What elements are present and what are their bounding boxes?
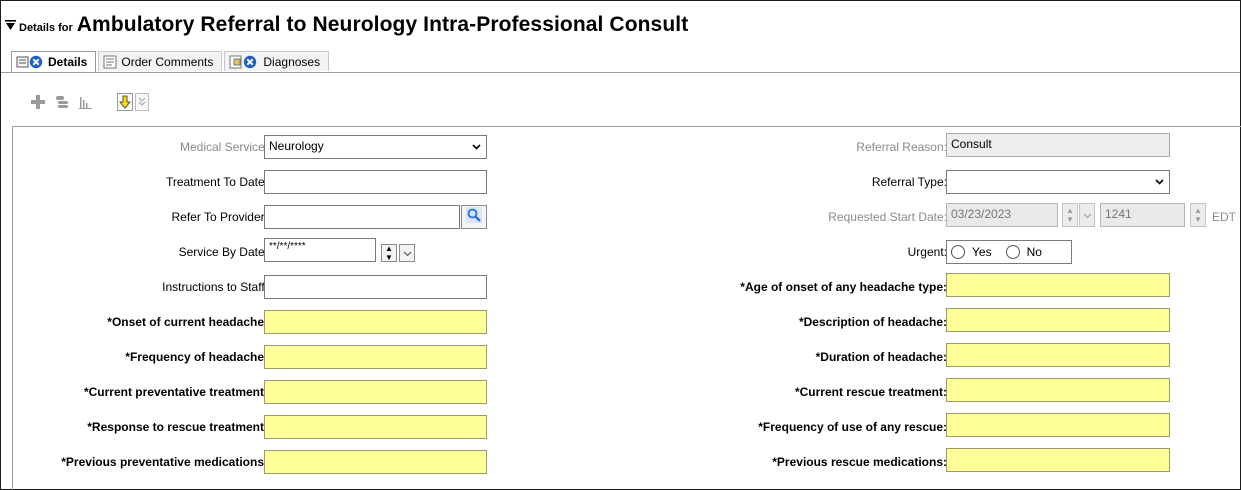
chart-bars-icon[interactable] — [79, 95, 93, 109]
urgent-no-radio[interactable] — [1005, 245, 1020, 259]
spin-down-icon: ▼ — [1066, 215, 1074, 224]
age-onset-input[interactable] — [946, 273, 1170, 297]
urgent-radio-group: Yes No — [946, 240, 1072, 264]
start-date-picker-button — [1079, 203, 1095, 227]
description-headache-input[interactable] — [946, 308, 1170, 332]
chevron-down-icon[interactable] — [1149, 171, 1169, 193]
duration-headache-label: *Duration of headache: — [815, 350, 947, 364]
provider-search-button[interactable] — [461, 205, 487, 229]
date-spinner[interactable]: ▲ ▼ — [381, 244, 397, 262]
instructions-to-staff-input[interactable] — [264, 275, 487, 299]
requested-start-date-input: 03/23/2023 — [946, 203, 1058, 227]
service-by-date-label: Service By Date: — [178, 245, 268, 259]
previous-preventative-label: *Previous preventative medications: — [61, 455, 268, 469]
referral-reason-field: Consult — [946, 133, 1170, 157]
service-by-date-input[interactable]: **/**/**** — [264, 238, 376, 262]
current-preventative-label: *Current preventative treatment: — [83, 385, 268, 399]
referral-reason-label: Referral Reason: — [856, 140, 947, 154]
tab-details-label: Details — [48, 55, 88, 69]
spin-up-icon[interactable]: ▲ — [385, 244, 393, 253]
add-icon[interactable] — [31, 95, 45, 109]
onset-current-headache-label: *Onset of current headache: — [107, 315, 268, 329]
frequency-rescue-label: *Frequency of use of any rescue: — [758, 420, 947, 434]
current-rescue-input[interactable] — [946, 378, 1170, 402]
toolbar — [31, 90, 159, 114]
referral-details-form: Medical Service: Neurology Treatment To … — [12, 126, 1241, 490]
urgent-no-label: No — [1026, 245, 1042, 259]
chevron-down-icon — [1083, 206, 1092, 224]
referral-type-dropdown[interactable] — [946, 170, 1170, 194]
search-icon — [466, 206, 482, 228]
tab-strip: Details Order Comments Diagnoses — [11, 51, 331, 72]
current-preventative-input[interactable] — [264, 380, 487, 404]
medical-service-label: Medical Service: — [179, 140, 268, 154]
spin-up-icon: ▲ — [1194, 206, 1202, 215]
duration-headache-input[interactable] — [946, 343, 1170, 367]
description-headache-label: *Description of headache: — [798, 315, 947, 329]
medical-service-dropdown[interactable]: Neurology — [264, 135, 487, 159]
collapse-triangle-icon[interactable] — [5, 18, 16, 30]
tab-diagnoses-label: Diagnoses — [263, 54, 321, 69]
treatment-to-date-label: Treatment To Date: — [165, 175, 268, 189]
refer-to-provider-input[interactable] — [264, 205, 460, 229]
frequency-headache-input[interactable] — [264, 345, 487, 369]
page-title: Details for Ambulatory Referral to Neuro… — [5, 13, 688, 37]
medical-service-value: Neurology — [269, 139, 324, 153]
title-prefix: Details for — [19, 22, 73, 34]
age-onset-label: *Age of onset of any headache type: — [740, 280, 947, 294]
double-chevron-down-icon[interactable] — [135, 93, 149, 111]
urgent-yes-radio[interactable] — [951, 245, 965, 259]
previous-rescue-input[interactable] — [946, 448, 1170, 472]
instructions-to-staff-label: Instructions to Staff: — [162, 280, 268, 294]
spin-down-icon[interactable]: ▼ — [385, 253, 393, 262]
start-date-spinner: ▲ ▼ — [1062, 203, 1078, 227]
start-time-spinner: ▲ ▼ — [1190, 203, 1206, 227]
tab-order-comments-label: Order Comments — [121, 54, 214, 69]
urgent-yes-label: Yes — [972, 245, 992, 259]
urgent-label: Urgent: — [907, 245, 947, 259]
order-title: Ambulatory Referral to Neurology Intra-P… — [76, 13, 689, 36]
stack-icon[interactable] — [55, 95, 69, 109]
spin-up-icon: ▲ — [1066, 206, 1074, 215]
arrow-down-icon[interactable] — [117, 93, 133, 111]
details-icon — [16, 55, 44, 69]
chevron-down-icon[interactable] — [466, 136, 486, 158]
previous-rescue-label: *Previous rescue medications: — [772, 455, 947, 469]
tab-details[interactable]: Details — [11, 51, 97, 72]
frequency-rescue-input[interactable] — [946, 413, 1170, 437]
date-picker-button[interactable] — [399, 244, 415, 262]
requested-start-time-input: 1241 — [1100, 203, 1185, 227]
timezone-label: EDT — [1212, 210, 1236, 224]
tab-divider — [1, 72, 1240, 73]
onset-current-headache-input[interactable] — [264, 310, 487, 334]
current-rescue-label: *Current rescue treatment: — [794, 385, 947, 399]
response-rescue-label: *Response to rescue treatment: — [87, 420, 268, 434]
details-window: Details for Ambulatory Referral to Neuro… — [0, 0, 1241, 490]
chevron-down-icon — [403, 244, 412, 262]
refer-to-provider-label: Refer To Provider: — [171, 210, 269, 224]
treatment-to-date-input[interactable] — [264, 170, 487, 194]
previous-preventative-input[interactable] — [264, 450, 487, 474]
referral-type-label: Referral Type: — [871, 175, 947, 189]
spin-down-icon: ▼ — [1194, 215, 1202, 224]
comments-icon — [103, 55, 117, 69]
tab-order-comments[interactable]: Order Comments — [98, 51, 223, 71]
tab-diagnoses[interactable]: Diagnoses — [224, 51, 330, 71]
diagnoses-icon — [229, 55, 259, 69]
requested-start-date-label: Requested Start Date: — [828, 210, 947, 224]
frequency-headache-label: *Frequency of headache: — [125, 350, 268, 364]
response-rescue-input[interactable] — [264, 415, 487, 439]
